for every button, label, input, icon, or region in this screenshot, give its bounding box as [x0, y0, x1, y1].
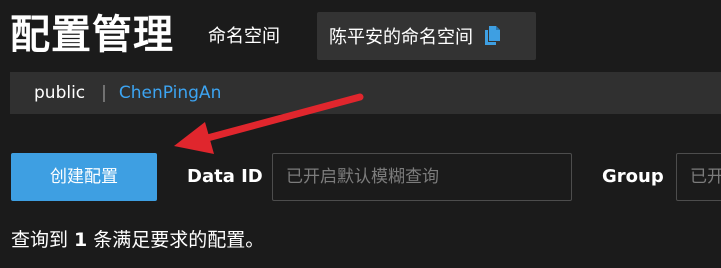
result-count: 1	[74, 229, 88, 251]
tab-separator: |	[101, 83, 107, 103]
create-config-button[interactable]: 创建配置	[11, 153, 157, 201]
copy-icon[interactable]	[483, 25, 501, 47]
red-arrow-annotation	[174, 93, 364, 154]
namespace-chip: 陈平安的命名空间	[317, 12, 536, 60]
group-label: Group	[602, 166, 664, 187]
query-result-text: 查询到 1 条满足要求的配置。	[11, 226, 264, 254]
data-id-input[interactable]	[272, 153, 572, 201]
namespace-label: 命名空间	[208, 26, 280, 47]
namespace-tab-public[interactable]: public	[34, 83, 85, 103]
result-suffix: 条满足要求的配置。	[93, 229, 265, 251]
page-title: 配置管理	[10, 12, 174, 58]
group-input[interactable]	[676, 153, 721, 201]
result-prefix: 查询到	[11, 229, 69, 251]
namespace-value: 陈平安的命名空间	[329, 27, 473, 48]
data-id-label: Data ID	[187, 166, 263, 187]
